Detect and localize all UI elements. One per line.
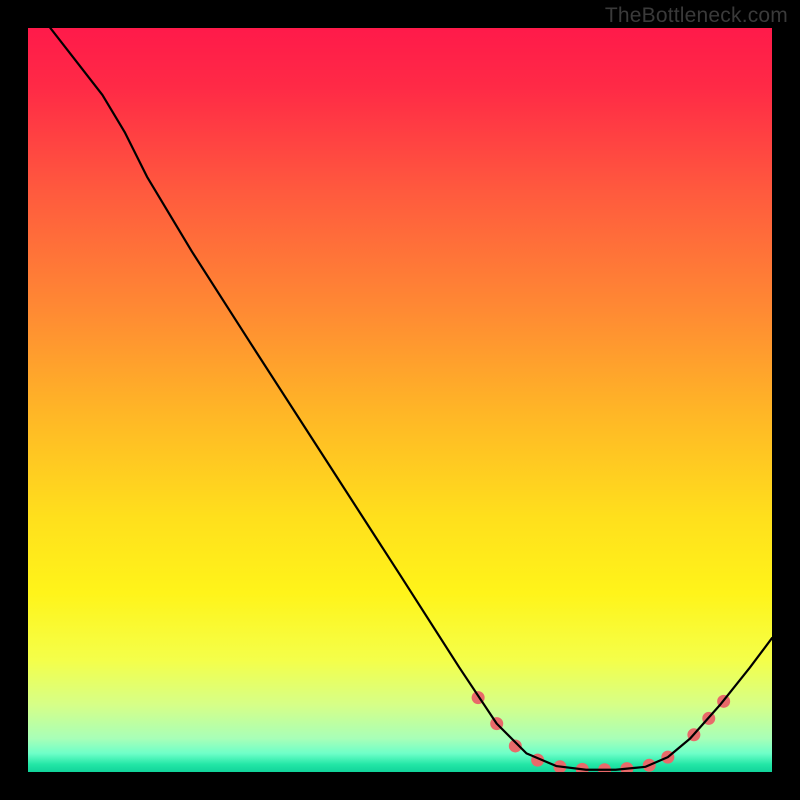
markers-group [472,691,731,772]
data-marker [620,762,633,772]
bottleneck-curve [50,28,772,770]
plot-area [28,28,772,772]
attribution-text: TheBottleneck.com [605,4,788,28]
curve-layer [28,28,772,772]
